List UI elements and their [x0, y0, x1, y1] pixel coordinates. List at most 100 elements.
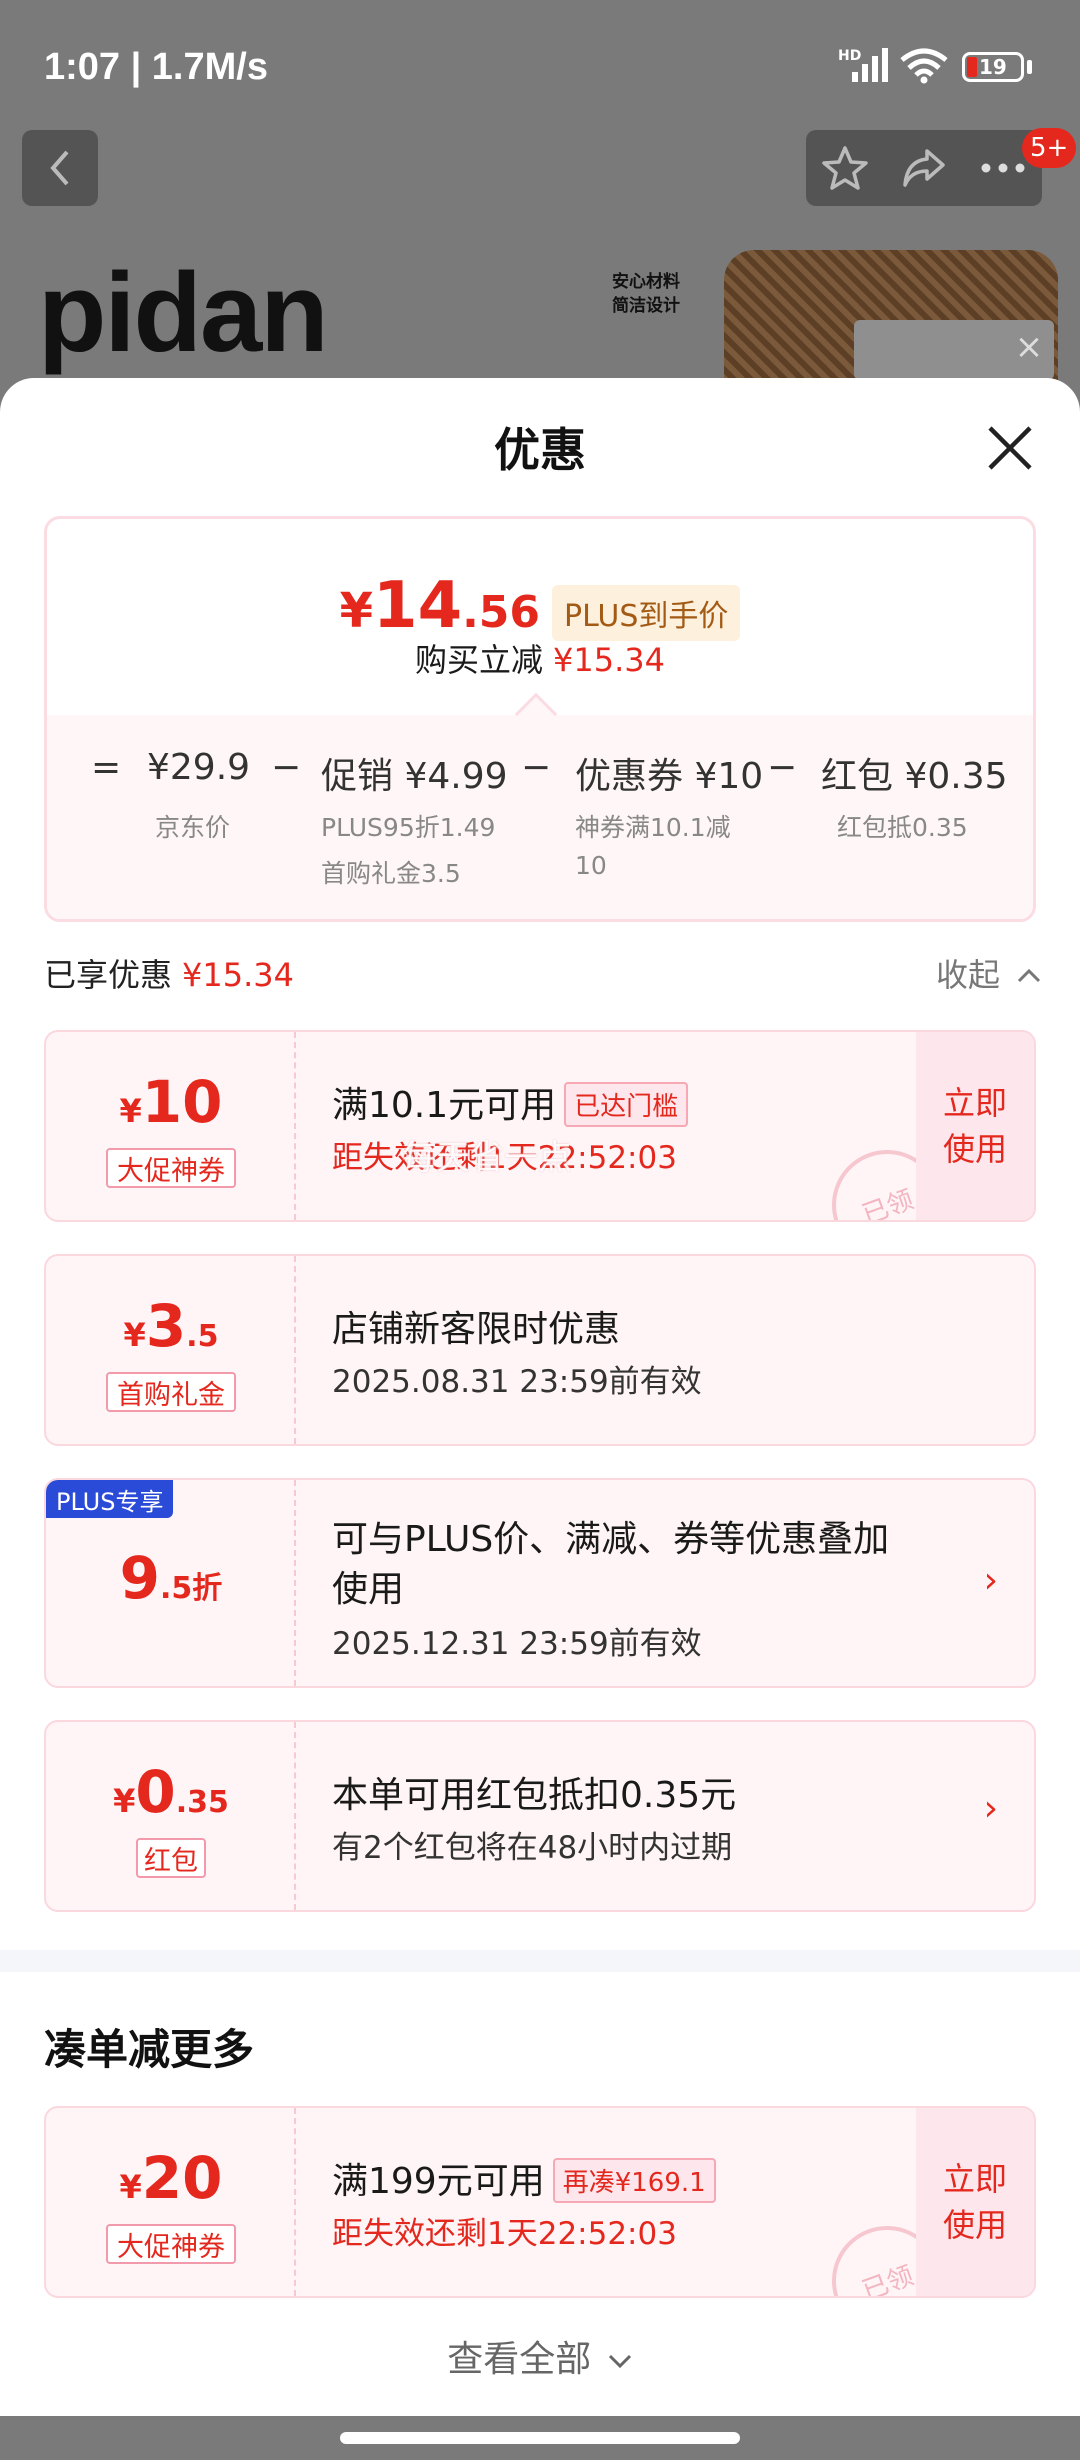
formula-op: −	[767, 747, 798, 788]
brand-logo: pidan	[38, 250, 329, 375]
coupon-title: 可与PLUS价、满减、券等优惠叠加	[332, 1519, 890, 1560]
share-icon[interactable]	[899, 143, 949, 193]
price-summary-card: ¥14.56 PLUS到手价 购买立减 ¥15.34 = ¥29.9 京东价 − 促…	[44, 516, 1036, 922]
formula-sub: 京东价	[155, 805, 230, 851]
coupon-yen: ¥	[119, 1092, 142, 1130]
watermark-text: 每天省一点	[402, 1138, 572, 1178]
coupon-yen: ¥	[123, 1316, 146, 1354]
coupon-amount: 9.5折	[46, 1544, 296, 1612]
collapse-label: 收起	[936, 956, 1001, 994]
coupon-yen: ¥	[113, 1782, 136, 1820]
message-badge: 5+	[1022, 128, 1077, 168]
nav-actions	[806, 130, 1042, 206]
formula-sub-line: 神券满10.1减	[575, 813, 731, 842]
back-arrow-icon	[50, 150, 69, 186]
coupon-amount: ¥10	[46, 1068, 296, 1136]
coupon-amount: ¥20	[46, 2144, 296, 2212]
coupon-type-tag: 首购礼金	[106, 1372, 236, 1412]
formula-item: 促销 ¥4.99	[321, 756, 508, 797]
plus-price-tag: PLUS到手价	[552, 584, 741, 641]
reduce-row: 购买立减 ¥15.34	[47, 635, 1033, 681]
chevron-right-icon: ›	[983, 1560, 998, 1601]
coupon-note: 有2个红包将在48小时内过期	[332, 1830, 733, 1866]
formula-sub: PLUS95折1.49 首购礼金3.5	[321, 805, 495, 897]
price-int: 14	[373, 569, 463, 643]
coupon-title: 店铺新客限时优惠	[332, 1309, 621, 1350]
section-title: 凑单减更多	[44, 2025, 255, 2074]
wifi-icon	[900, 48, 948, 84]
formula-sub-line: 10	[575, 851, 607, 880]
formula-sub-line: 首购礼金3.5	[321, 859, 461, 888]
use-now-label: 立即使用	[942, 2160, 1007, 2244]
coupon-title-text: 满199元可用	[332, 2161, 545, 2202]
coupon-title: 满199元可用 再凑¥169.1	[332, 2152, 716, 2206]
plus-discount-card[interactable]: PLUS专享 9.5折 可与PLUS价、满减、券等优惠叠加 使用 2025.12…	[44, 1478, 1036, 1688]
coupon-yen: ¥	[119, 2168, 142, 2206]
battery-tip	[1027, 60, 1032, 74]
price-yen: ¥	[339, 583, 374, 639]
formula-sub-line: PLUS95折1.49	[321, 813, 496, 842]
coupon-big: 3	[145, 1292, 187, 1360]
close-icon[interactable]	[980, 418, 1040, 478]
enjoyed-discount: 已享优惠 ¥15.34	[44, 950, 294, 996]
enjoyed-value: ¥15.34	[182, 956, 294, 994]
view-all-label: 查看全部	[447, 2339, 592, 2380]
home-indicator[interactable]	[340, 2432, 740, 2444]
coupon-title-text: 满10.1元可用	[332, 1085, 557, 1126]
back-button[interactable]	[22, 130, 98, 206]
reduce-label: 购买立减	[415, 641, 544, 679]
threshold-tag: 已达门槛	[564, 1081, 689, 1127]
tagline-line: 安心材料	[612, 272, 680, 292]
signal-icon	[852, 48, 888, 82]
discount-sheet: 优惠 ¥14.56 PLUS到手价 购买立减 ¥15.34 = ¥29.9 京东价 …	[0, 378, 1080, 2460]
status-time: 1:07 | 1.7M/s	[44, 46, 268, 88]
coupon-small: .35	[175, 1785, 229, 1820]
coupon-small: .5	[186, 1319, 219, 1354]
formula-item: 优惠券 ¥10	[575, 756, 764, 797]
enjoyed-label: 已享优惠	[44, 956, 173, 994]
formula-op: −	[271, 747, 302, 788]
star-icon[interactable]	[820, 143, 870, 193]
chevron-right-icon: ›	[983, 1788, 998, 1829]
plus-exclusive-tag: PLUS专享	[46, 1480, 174, 1518]
coupon-card[interactable]: ¥20 大促神券 满199元可用 再凑¥169.1 距失效还剩1天22:52:03…	[44, 2106, 1036, 2298]
battery-icon: 19	[962, 52, 1024, 82]
formula-op: =	[91, 747, 122, 788]
coupon-type-tag: 大促神券	[106, 2224, 236, 2264]
coupon-card[interactable]: ¥10 大促神券 满10.1元可用 已达门槛 距失效还剩1天22:52:03 已领…	[44, 1030, 1036, 1222]
coupon-title: 满10.1元可用 已达门槛	[332, 1076, 689, 1130]
coupon-big: 20	[141, 2144, 223, 2212]
coupon-title-cont: 使用	[332, 1569, 405, 1610]
coupon-big: 0	[135, 1758, 176, 1826]
floating-close-icon[interactable]: ×	[1004, 322, 1054, 372]
use-now-button[interactable]: 立即使用	[916, 2108, 1034, 2296]
price-dec: .56	[462, 587, 541, 638]
more-icon[interactable]	[978, 143, 1028, 193]
coupon-big: 10	[141, 1068, 223, 1136]
collapse-toggle[interactable]: 收起	[936, 950, 1042, 996]
formula-sub-line: 京东价	[155, 813, 231, 842]
battery-level: 19	[979, 55, 1007, 79]
chevron-down-icon	[608, 2354, 631, 2369]
coupon-big: 9	[119, 1544, 161, 1612]
reduce-value: ¥15.34	[553, 641, 665, 679]
status-bar: 1:07 | 1.7M/s HD 19	[0, 0, 1080, 130]
formula-sub: 红包抵0.35	[837, 805, 968, 851]
formula-item: 红包 ¥0.35	[821, 756, 1008, 797]
tagline-line: 简洁设计	[612, 296, 680, 316]
formula-sub-line: 红包抵0.35	[837, 813, 968, 842]
coupon-small: .5折	[160, 1571, 223, 1606]
view-all-button[interactable]: 查看全部	[0, 2330, 1080, 2382]
coupon-title: 本单可用红包抵扣0.35元	[332, 1775, 737, 1816]
coupon-countdown: 距失效还剩1天22:52:03	[332, 2216, 677, 2252]
red-packet-card[interactable]: ¥0.35 红包 本单可用红包抵扣0.35元 有2个红包将在48小时内过期 ›	[44, 1720, 1036, 1912]
use-now-button[interactable]: 立即使用	[916, 1032, 1034, 1220]
brand-tagline: 安心材料 简洁设计	[612, 270, 680, 318]
coupon-amount: ¥3.5	[46, 1292, 296, 1360]
formula-sub: 神券满10.1减 10	[575, 805, 731, 881]
sheet-title: 优惠	[494, 423, 586, 477]
chevron-up-icon	[1018, 968, 1041, 983]
section-divider	[0, 1950, 1080, 1972]
coupon-validity: 2025.12.31 23:59前有效	[332, 1626, 702, 1662]
coupon-type-tag: 红包	[136, 1838, 206, 1878]
